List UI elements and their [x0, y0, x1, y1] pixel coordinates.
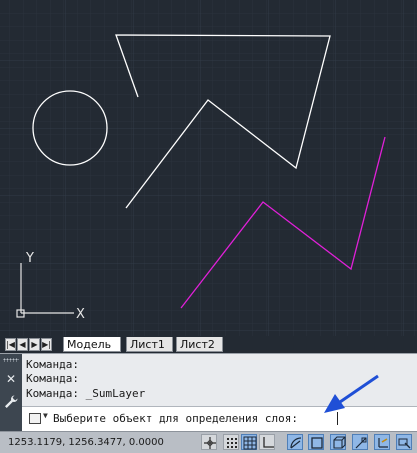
first-layout-button[interactable]: |◀ [5, 338, 16, 351]
drawing-area[interactable]: Y X [0, 0, 417, 336]
dynamic-input-icon [398, 438, 411, 449]
snap-grid-icon [227, 438, 237, 448]
dynamic-ucs-icon [378, 438, 388, 448]
tab-model[interactable]: Модель [63, 337, 121, 352]
infer-constraints-icon [204, 437, 216, 449]
command-window-grip[interactable]: ✕ [0, 354, 22, 431]
close-icon[interactable]: ✕ [4, 372, 18, 386]
grip-dots[interactable] [3, 358, 19, 362]
ortho-icon [263, 437, 274, 448]
grid-display-button[interactable] [241, 434, 257, 450]
command-history: Команда: Команда: Команда: _SumLayer [22, 354, 417, 407]
wrench-icon[interactable] [3, 394, 19, 410]
grid [0, 0, 417, 336]
last-layout-button[interactable]: ▶| [41, 338, 52, 351]
previous-layout-button[interactable]: ◀ [17, 338, 28, 351]
polar-tracking-icon [290, 437, 302, 449]
command-history-line: Команда: _SumLayer [26, 387, 146, 400]
3d-object-snap-button[interactable] [330, 434, 346, 450]
object-snap-tracking-icon [355, 437, 367, 449]
status-bar: 1253.1179, 1256.3477, 0.0000 [0, 431, 417, 453]
command-history-line: Команда: [26, 372, 79, 385]
text-cursor [337, 412, 338, 425]
drawing-svg[interactable]: Y X [0, 0, 417, 336]
ucs-y-label: Y [25, 251, 34, 266]
coordinate-readout[interactable]: 1253.1179, 1256.3477, 0.0000 [8, 436, 164, 449]
3d-object-snap-icon [333, 436, 346, 449]
autocad-window: Y X |◀ ◀ ▶ ▶| Модель Лист1 Лист2 ✕ Коман… [0, 0, 417, 453]
snap-mode-button[interactable] [223, 434, 239, 450]
layout-tabs-bar: |◀ ◀ ▶ ▶| Модель Лист1 Лист2 [0, 336, 417, 353]
command-prompt-icon[interactable] [29, 413, 41, 424]
tab-layout1[interactable]: Лист1 [126, 337, 173, 352]
command-window: ✕ Команда: Команда: Команда: _SumLayer ▼… [0, 353, 417, 431]
ortho-mode-button[interactable] [259, 434, 275, 450]
tab-layout2[interactable]: Лист2 [176, 337, 223, 352]
chevron-down-icon[interactable]: ▼ [43, 411, 48, 420]
next-layout-button[interactable]: ▶ [29, 338, 40, 351]
command-line-input[interactable]: ▼ Выберите объект для определения слоя: [22, 407, 417, 431]
dynamic-ucs-button[interactable] [374, 434, 390, 450]
grid-icon [243, 436, 257, 450]
command-history-line: Команда: [26, 358, 79, 371]
object-snap-button[interactable] [308, 434, 324, 450]
polar-tracking-button[interactable] [287, 434, 303, 450]
command-prompt-text: Выберите объект для определения слоя: [53, 412, 299, 425]
object-snap-tracking-button[interactable] [352, 434, 368, 450]
object-snap-icon [311, 437, 323, 449]
ucs-x-label: X [76, 307, 85, 322]
dynamic-input-button[interactable] [396, 434, 412, 450]
infer-constraints-button[interactable] [201, 434, 217, 450]
